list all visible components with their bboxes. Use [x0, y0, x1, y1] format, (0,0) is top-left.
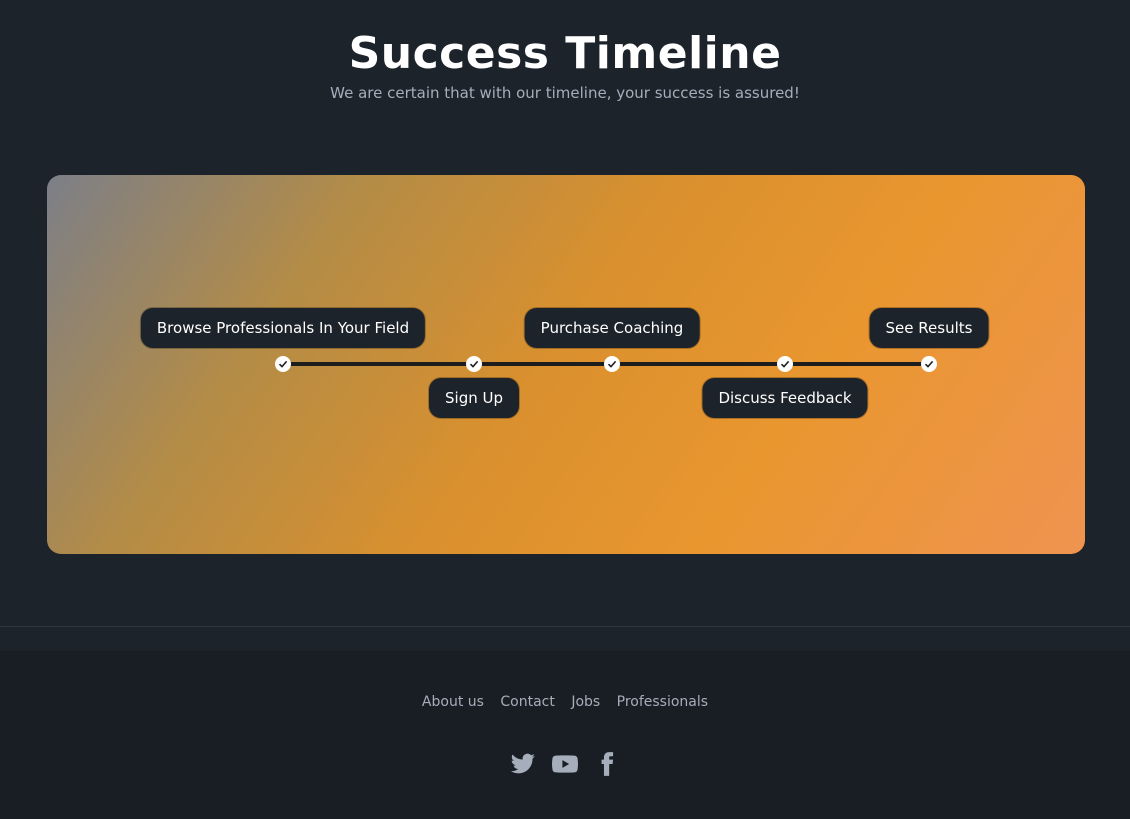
- footer-link-about[interactable]: About us: [422, 694, 484, 710]
- footer-link-professionals[interactable]: Professionals: [617, 694, 708, 710]
- timeline-node-4: [777, 356, 793, 372]
- facebook-icon[interactable]: [594, 751, 620, 777]
- hero-section: Success Timeline We are certain that wit…: [0, 0, 1130, 627]
- timeline-step-purchase: Purchase Coaching: [524, 308, 700, 348]
- timeline-step-sign-up: Sign Up: [429, 378, 519, 418]
- check-icon: [607, 360, 617, 368]
- page-title: Success Timeline: [348, 28, 782, 79]
- youtube-icon[interactable]: [552, 751, 578, 777]
- check-icon: [924, 360, 934, 368]
- page-subtitle: We are certain that with our timeline, y…: [330, 84, 800, 102]
- timeline-node-2: [466, 356, 482, 372]
- footer-link-jobs[interactable]: Jobs: [571, 694, 600, 710]
- timeline-node-5: [921, 356, 937, 372]
- twitter-icon[interactable]: [510, 751, 536, 777]
- check-icon: [278, 360, 288, 368]
- check-icon: [469, 360, 479, 368]
- timeline-card: Browse Professionals In Your Field Sign …: [47, 175, 1085, 554]
- timeline-step-results: See Results: [869, 308, 989, 348]
- section-gap: [0, 627, 1130, 651]
- timeline-node-3: [604, 356, 620, 372]
- footer: About us Contact Jobs Professionals: [0, 651, 1130, 819]
- timeline-step-browse: Browse Professionals In Your Field: [140, 308, 426, 348]
- footer-link-contact[interactable]: Contact: [500, 694, 554, 710]
- social-links: [0, 751, 1130, 777]
- timeline-step-discuss: Discuss Feedback: [702, 378, 868, 418]
- footer-nav: About us Contact Jobs Professionals: [0, 692, 1130, 712]
- timeline-node-1: [275, 356, 291, 372]
- check-icon: [780, 360, 790, 368]
